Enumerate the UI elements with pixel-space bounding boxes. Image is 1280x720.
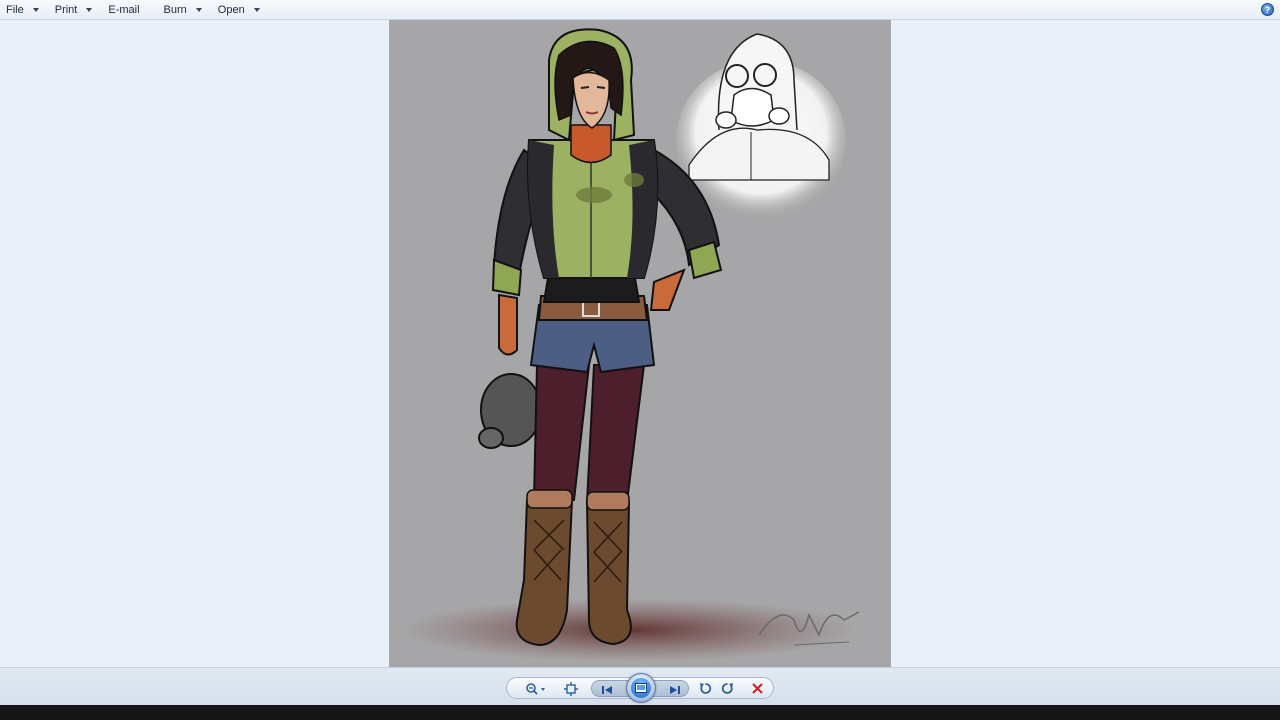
gas-mask-sketch — [676, 33, 846, 220]
zoom-icon[interactable] — [523, 680, 549, 697]
menu-email-label: E-mail — [108, 3, 140, 16]
rotate-ccw-glyph — [699, 683, 711, 694]
rotate-counterclockwise-icon[interactable] — [697, 680, 713, 697]
menu-open-label: Open — [217, 3, 245, 16]
actual-size-glyph — [564, 681, 578, 696]
legs — [532, 364, 646, 503]
bottom-toolbar — [0, 667, 1280, 705]
next-icon[interactable] — [666, 681, 684, 698]
character-artwork — [389, 20, 891, 667]
menu-file-label: File — [6, 3, 24, 16]
viewer-controls — [506, 673, 774, 703]
helmet — [478, 373, 542, 449]
dropdown-arrow-icon — [32, 7, 39, 12]
image-viewer — [0, 20, 1280, 667]
delete-icon[interactable] — [749, 680, 765, 697]
next-glyph — [670, 685, 680, 694]
face — [572, 71, 610, 129]
previous-glyph — [602, 685, 612, 694]
taskbar-strip — [0, 705, 1280, 720]
dropdown-arrow-icon — [195, 7, 202, 12]
menu-bar: File Print E-mail Burn Open ? — [0, 0, 1280, 20]
dropdown-arrow-icon — [86, 7, 93, 12]
help-glyph: ? — [1264, 4, 1271, 15]
menu-burn-label: Burn — [163, 3, 187, 16]
slideshow-glyph — [635, 683, 647, 693]
rotate-clockwise-icon[interactable] — [719, 680, 735, 697]
menu-file[interactable]: File — [0, 1, 45, 19]
dropdown-arrow-icon — [253, 7, 260, 12]
slideshow-icon — [631, 678, 651, 698]
menu-email[interactable]: E-mail — [102, 1, 153, 19]
actual-size-icon[interactable] — [561, 680, 581, 697]
rotate-cw-glyph — [721, 683, 733, 694]
previous-icon[interactable] — [598, 681, 616, 698]
slideshow-button[interactable] — [626, 673, 656, 703]
zoom-glyph — [526, 682, 545, 695]
help-icon[interactable]: ? — [1261, 3, 1274, 16]
menu-open[interactable]: Open — [212, 1, 266, 19]
shirt-collar — [570, 124, 612, 164]
menu-print[interactable]: Print — [49, 1, 99, 19]
menu-burn[interactable]: Burn — [158, 1, 208, 19]
menu-print-label: Print — [54, 3, 78, 16]
delete-glyph — [751, 683, 763, 694]
artwork-drawing — [399, 28, 860, 662]
